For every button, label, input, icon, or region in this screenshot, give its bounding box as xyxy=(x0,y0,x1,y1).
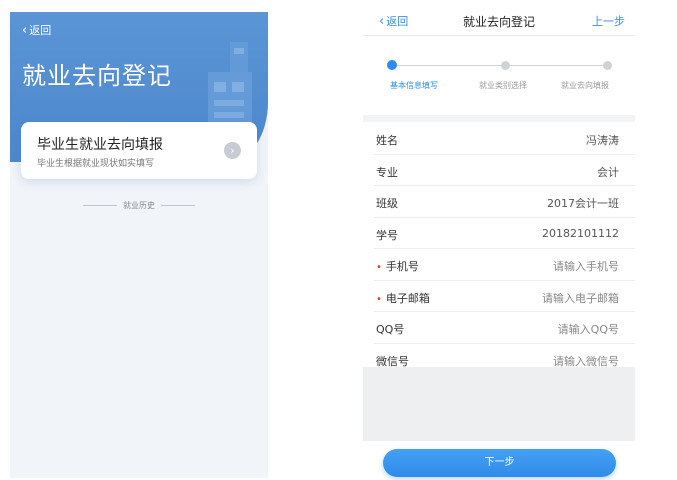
step-connector xyxy=(393,65,505,66)
email-label-text: 电子邮箱 xyxy=(385,291,430,305)
student-id-label: 学号 xyxy=(376,228,398,242)
phone-input[interactable]: 请输入手机号 xyxy=(553,258,619,274)
left-phone-screen: ‹ 返回 就业去向登记 毕业生就业去向填报 毕业生根据就业现状如实填写 › 就业… xyxy=(10,12,268,478)
section-gap xyxy=(363,115,635,122)
phone-label-text: 手机号 xyxy=(385,260,419,273)
step-label-3: 就业去向填报 xyxy=(561,81,609,90)
step-progress: 基本信息填写 就业类别选择 就业去向填报 xyxy=(363,52,635,102)
form-row-name: 姓名 冯涛涛 xyxy=(374,123,635,155)
history-label: 就业历史 xyxy=(123,201,155,210)
history-divider[interactable]: 就业历史 xyxy=(10,200,268,211)
chevron-right-icon[interactable]: › xyxy=(224,142,241,159)
email-label: • 电子邮箱 xyxy=(376,290,430,306)
phone-label: • 手机号 xyxy=(376,258,419,274)
back-label: 返回 xyxy=(29,24,52,37)
qq-label: QQ号 xyxy=(376,323,405,336)
form-row-major: 专业 会计 xyxy=(374,155,635,186)
step-dot-2 xyxy=(501,61,510,70)
basic-info-form: 姓名 冯涛涛 专业 会计 班级 2017会计一班 学号 20182101112 … xyxy=(363,123,635,375)
required-mark: • xyxy=(376,262,382,273)
step-dot-1 xyxy=(387,60,397,70)
major-label: 专业 xyxy=(376,165,398,179)
name-label: 姓名 xyxy=(376,134,398,147)
divider-line xyxy=(161,205,195,206)
previous-step-button[interactable]: 上一步 xyxy=(592,13,625,29)
name-value: 冯涛涛 xyxy=(586,134,619,147)
step-connector xyxy=(505,65,607,66)
step-dot-3 xyxy=(603,61,612,70)
form-row-qq[interactable]: QQ号 请输入QQ号 xyxy=(374,312,635,344)
step-label-2: 就业类别选择 xyxy=(479,81,527,90)
qq-input[interactable]: 请输入QQ号 xyxy=(558,321,619,337)
class-value: 2017会计一班 xyxy=(547,197,619,210)
required-mark: • xyxy=(376,293,382,305)
nav-bar: ‹ 返回 就业去向登记 上一步 xyxy=(363,8,635,36)
page-title: 就业去向登记 xyxy=(22,62,172,90)
divider-line xyxy=(83,205,117,206)
step-label-1: 基本信息填写 xyxy=(390,81,438,90)
chevron-left-icon: ‹ xyxy=(22,22,28,38)
form-row-email[interactable]: • 电子邮箱 请输入电子邮箱 xyxy=(374,281,635,312)
form-row-phone[interactable]: • 手机号 请输入手机号 xyxy=(374,249,635,281)
empty-area xyxy=(363,367,635,441)
next-step-button[interactable]: 下一步 xyxy=(383,449,616,477)
form-row-class: 班级 2017会计一班 xyxy=(374,186,635,218)
right-phone-screen: ‹ 返回 就业去向登记 上一步 基本信息填写 就业类别选择 就业去向填报 姓名 … xyxy=(363,8,635,480)
major-value: 会计 xyxy=(597,165,619,179)
email-input[interactable]: 请输入电子邮箱 xyxy=(542,290,619,306)
fill-in-card[interactable]: 毕业生就业去向填报 毕业生根据就业现状如实填写 › xyxy=(21,122,257,179)
class-label: 班级 xyxy=(376,197,398,210)
card-title: 毕业生就业去向填报 xyxy=(37,137,163,153)
student-id-value: 20182101112 xyxy=(542,226,619,240)
form-row-student-id: 学号 20182101112 xyxy=(374,218,635,249)
back-button[interactable]: ‹ 返回 xyxy=(22,22,51,38)
card-subtitle: 毕业生根据就业现状如实填写 xyxy=(37,159,155,169)
